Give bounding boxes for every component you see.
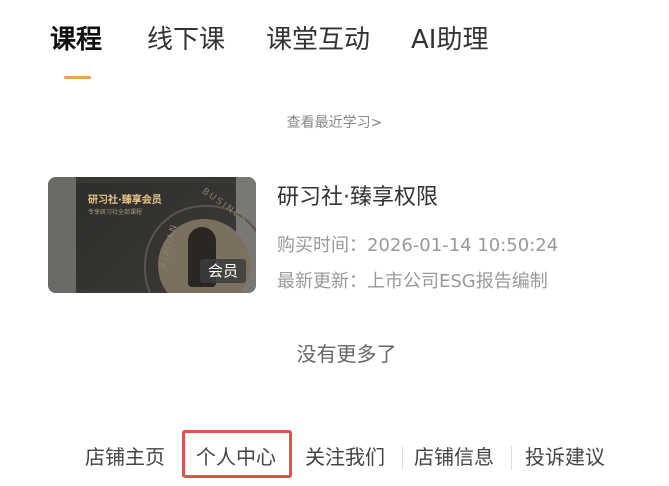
tab-bar: 课程 线下课 课堂互动 AI助理: [0, 0, 669, 90]
thumbnail-subtitle: 专享研习社全部课程: [88, 209, 143, 216]
footer-divider: [402, 446, 403, 470]
footer-store-info[interactable]: 店铺信息: [414, 444, 494, 470]
footer-divider: [511, 446, 512, 470]
footer-follow-us[interactable]: 关注我们: [305, 444, 385, 470]
tab-courses[interactable]: 课程: [50, 22, 102, 58]
purchase-time: 购买时间：2026-01-14 10:50:24: [277, 235, 559, 256]
no-more-text: 没有更多了: [296, 342, 397, 366]
member-badge: 会员: [199, 259, 246, 283]
footer-nav: 店铺主页 个人中心 关注我们 店铺信息 投诉建议: [0, 430, 669, 482]
footer-complaints[interactable]: 投诉建议: [525, 444, 605, 470]
active-tab-indicator: [64, 76, 91, 79]
course-title[interactable]: 研习社·臻享权限: [277, 179, 438, 211]
tab-offline-courses[interactable]: 线下课: [147, 22, 225, 58]
thumbnail-backdrop-left: [48, 177, 76, 293]
tab-ai-assistant[interactable]: AI助理: [411, 22, 488, 58]
tab-classroom-interaction[interactable]: 课堂互动: [266, 22, 370, 58]
footer-store-home[interactable]: 店铺主页: [85, 444, 165, 470]
view-recent-learning-link[interactable]: 查看最近学习>: [0, 112, 669, 132]
footer-personal-center[interactable]: 个人中心: [196, 444, 276, 470]
latest-update: 最新更新：上市公司ESG报告编制: [277, 271, 548, 292]
course-thumbnail[interactable]: BUSINES XIAOAN 研习社·臻享会员 专享研习社全部课程 会员: [48, 177, 256, 293]
course-card[interactable]: BUSINES XIAOAN 研习社·臻享会员 专享研习社全部课程 会员 研习社…: [48, 177, 648, 295]
thumbnail-title: 研习社·臻享会员: [88, 195, 162, 206]
